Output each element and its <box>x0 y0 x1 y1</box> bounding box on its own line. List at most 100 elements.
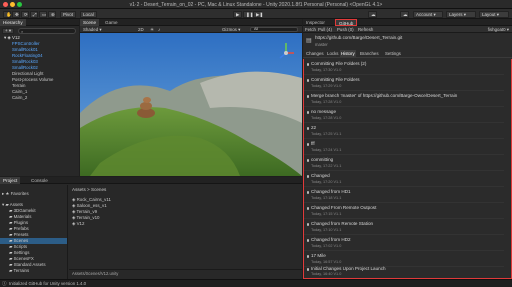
tree-folder-label: Terrains <box>13 268 30 273</box>
github-nav: Changes Locks History Branches Settings <box>303 50 512 58</box>
hierarchy-item[interactable]: Cairn_2 <box>12 95 27 100</box>
project-breadcrumb[interactable]: Assets > Scenes <box>72 187 106 192</box>
tree-folder[interactable]: ▰ Terrains <box>9 268 29 274</box>
scale-tool-button[interactable]: ⤢ <box>30 10 38 18</box>
nav-changes[interactable]: Changes <box>306 51 324 56</box>
hierarchy-item[interactable]: Terrain <box>12 83 25 88</box>
tab-github[interactable]: GitHub <box>335 19 358 26</box>
commit-date: Today, 17:25 V1.1 <box>311 132 342 136</box>
status-text: Initialized GitHub for Unity version 1.4… <box>9 280 87 286</box>
commit-item[interactable]: Changed from HD2 Today, 17:02 V1.0 <box>304 235 504 251</box>
commit-message: Committing File Folders (2) <box>311 61 367 66</box>
hierarchy-item[interactable]: SmallRock03 <box>12 59 38 64</box>
layout-label: Layout <box>482 11 496 17</box>
local-toggle[interactable]: Local <box>80 10 97 18</box>
tab-inspector[interactable]: Inspector <box>303 19 328 26</box>
hierarchy-search-input[interactable]: ⌕ <box>18 28 76 34</box>
repo-icon: ▤ <box>306 38 312 44</box>
project-tree: ▸ ★ Favorites ▾ ▰ Assets ▰ 3DGamekit ▰ M… <box>0 185 68 279</box>
commit-message: committing <box>311 157 334 162</box>
main-toolbar: ✋ ✥ ⟳ ⤢ ▭ ⊕ Pivot Local ▶ ❚❚ ▶❚ ☁ ☁ Acco… <box>0 9 512 19</box>
tab-scene[interactable]: Scene <box>80 19 100 26</box>
scene-gizmo-axis[interactable] <box>276 41 296 65</box>
hand-tool-button[interactable]: ✋ <box>3 10 12 18</box>
tab-project[interactable]: Project <box>0 177 21 184</box>
asset-path: Assets/Scenes/V12.unity <box>72 271 119 276</box>
tree-folder-label: Prefabs <box>13 226 29 231</box>
commit-item[interactable]: Changed from HD1 Today, 17:18 V1.1 <box>304 187 504 203</box>
tree-folder-selected[interactable]: ▰ Scenes <box>0 237 67 244</box>
hierarchy-item[interactable]: Directional Light <box>12 71 43 76</box>
github-toolbar: Fetch Pull (4) Push (0) Refresh fishgoat… <box>303 26 512 33</box>
tab-console[interactable]: Console <box>28 177 51 184</box>
nav-locks[interactable]: Locks <box>327 51 338 56</box>
layers-dropdown[interactable]: Layers ▾ <box>446 10 476 18</box>
pull-button[interactable]: Pull (4) <box>318 27 332 32</box>
commit-date: Today, 17:29 V1.0 <box>311 84 342 88</box>
fetch-button[interactable]: Fetch <box>305 27 316 32</box>
pause-button[interactable]: ❚❚ <box>243 10 254 18</box>
commit-item[interactable]: Merge branch 'master' of https://github.… <box>304 91 504 107</box>
commit-item[interactable]: committing Today, 17:22 V1.1 <box>304 155 504 171</box>
hierarchy-item[interactable]: FPSController <box>12 41 40 46</box>
commit-item[interactable]: Committing File Folders (2) Today, 17:30 … <box>304 59 504 75</box>
hierarchy-item[interactable]: RockFloating04 <box>12 53 43 58</box>
scene-view[interactable]: Scene Game Shaded ▾ 2D ☀ ♪ Gizmos ▾ All <box>80 19 302 176</box>
commit-dot-icon <box>306 95 309 98</box>
branch-name: master <box>315 42 328 47</box>
hierarchy-panel: Hierarchy + ▾ ⌕ ▾ ◈ V12 FPSController Sm… <box>0 19 79 176</box>
commit-dot-icon <box>306 191 309 194</box>
light-icon[interactable]: ☀ <box>150 27 154 33</box>
pivot-toggle[interactable]: Pivot <box>60 10 77 18</box>
scene-tabbar: Scene Game <box>80 19 302 26</box>
step-button[interactable]: ▶❚ <box>253 10 263 18</box>
commit-dot-icon <box>306 255 309 258</box>
layout-dropdown[interactable]: Layout ▾ <box>479 10 509 18</box>
account-label: Account <box>416 11 433 17</box>
move-tool-button[interactable]: ✥ <box>12 10 20 18</box>
2d-toggle[interactable]: 2D <box>138 27 144 32</box>
collab-button[interactable]: ☁ <box>368 10 377 18</box>
file-item[interactable]: ◈ V12 <box>72 221 84 227</box>
push-button[interactable]: Push (0) <box>337 27 354 32</box>
nav-branches[interactable]: Branches <box>360 51 379 56</box>
file-name: Terrain_v9 <box>76 209 98 214</box>
hierarchy-item[interactable]: Cairn_1 <box>12 89 27 94</box>
nav-history[interactable]: History <box>340 50 356 57</box>
tab-hierarchy[interactable]: Hierarchy <box>0 19 26 26</box>
commit-dot-icon <box>306 207 309 210</box>
game-tab-label: Game <box>105 20 118 25</box>
commit-item[interactable]: no message Today, 17:28 V1.0 <box>304 107 504 123</box>
project-footer: Assets/Scenes/V12.unity <box>69 269 302 276</box>
commit-date: Today, 17:20 V1.1 <box>311 180 342 184</box>
commit-item[interactable]: Initial Changes Upon Project Launch Today… <box>304 264 504 278</box>
tree-assets-label: Assets <box>9 202 23 207</box>
commit-item[interactable]: Committing File Folders Today, 17:29 V1.0 <box>304 75 504 91</box>
hierarchy-item[interactable]: SmallRock02 <box>12 65 38 70</box>
commit-item[interactable]: 22 Today, 17:25 V1.1 <box>304 123 504 139</box>
scene-search-input[interactable]: All <box>250 27 298 32</box>
transform-tool-button[interactable]: ⊕ <box>48 10 56 18</box>
commit-date: Today, 17:28 V1.0 <box>311 116 342 120</box>
commit-item[interactable]: Changed Today, 17:20 V1.1 <box>304 171 504 187</box>
commit-message: 22 <box>311 125 317 130</box>
tab-game[interactable]: Game <box>102 19 121 26</box>
hierarchy-item[interactable]: SmallRock01 <box>12 47 38 52</box>
refresh-button[interactable]: Refresh <box>358 27 373 32</box>
favorites-label: Favorites <box>10 191 29 196</box>
commit-item[interactable]: fff Today, 17:24 V1.1 <box>304 139 504 155</box>
repo-url[interactable]: https://github.com/Barge/Desert_Terrain.… <box>315 35 402 40</box>
create-dropdown[interactable]: + ▾ <box>2 28 15 34</box>
commit-item[interactable]: Changed From Remote Outpost Today, 17:15 … <box>304 203 504 219</box>
favorites-header[interactable]: ▸ ★ Favorites <box>2 191 29 197</box>
cloud-icon[interactable]: ☁ <box>400 10 409 18</box>
commit-message: no message <box>311 109 337 114</box>
nav-settings[interactable]: Settings <box>385 51 401 56</box>
hierarchy-item[interactable]: Post-process Volume <box>12 77 54 82</box>
play-button[interactable]: ▶ <box>233 10 242 18</box>
rect-tool-button[interactable]: ▭ <box>39 10 47 18</box>
audio-icon[interactable]: ♪ <box>158 27 160 32</box>
account-dropdown[interactable]: Account ▾ <box>413 10 443 18</box>
rotate-tool-button[interactable]: ⟳ <box>21 10 29 18</box>
commit-item[interactable]: Changed from Remote Station Today, 17:10 … <box>304 219 504 235</box>
